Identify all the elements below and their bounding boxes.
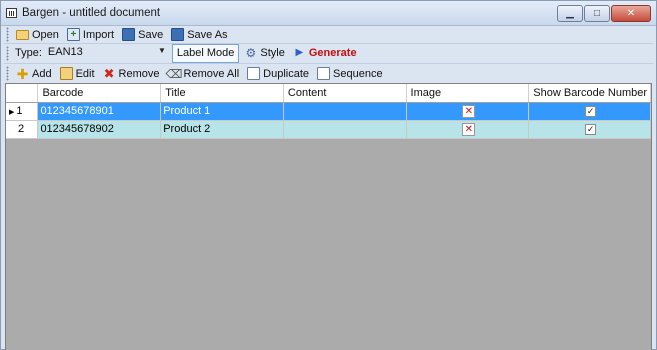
import-button[interactable]: + Import	[64, 26, 117, 44]
close-button[interactable]: ✕	[611, 5, 651, 22]
import-label: Import	[82, 28, 115, 41]
column-header-title[interactable]: Title	[160, 84, 284, 103]
maximize-button[interactable]: □	[584, 5, 610, 22]
edit-label: Edit	[75, 67, 95, 80]
folder-open-icon	[16, 29, 29, 40]
barcode-toolbar: Type: EAN13 ▼ Label Mode ⚙ Style ▶ Gener…	[4, 43, 653, 63]
app-window: Bargen - untitled document ▁ □ ✕ Open + …	[0, 0, 657, 350]
plus-icon: ✚	[16, 65, 29, 82]
row-index: 2	[18, 123, 25, 135]
duplicate-label: Duplicate	[263, 67, 310, 80]
style-label: Style	[260, 47, 285, 59]
add-label: Add	[32, 67, 52, 80]
barcode-cell[interactable]: 012345678902	[37, 120, 162, 139]
play-arrow-icon: ▶	[295, 47, 304, 58]
barcode-cell[interactable]: 012345678901	[37, 102, 162, 121]
remove-button[interactable]: ✖ Remove	[100, 65, 163, 83]
row-header[interactable]: 2	[6, 120, 39, 139]
toolbar-grip[interactable]	[6, 27, 9, 42]
save-label: Save	[138, 28, 164, 41]
type-label: Type:	[15, 47, 42, 59]
missing-image-icon[interactable]: ✕	[462, 122, 476, 136]
content-cell[interactable]	[283, 102, 407, 121]
content-cell[interactable]	[283, 120, 407, 139]
save-as-button[interactable]: Save As	[168, 26, 230, 44]
list-icon	[317, 67, 331, 80]
show-number-cell[interactable]: ✓	[528, 102, 651, 121]
show-number-checkbox[interactable]: ✓	[585, 105, 597, 117]
open-button[interactable]: Open	[13, 26, 62, 44]
chevron-down-icon: ▼	[157, 46, 166, 55]
sequence-label: Sequence	[333, 67, 383, 80]
remove-all-button[interactable]: ⌫ Remove All	[165, 65, 243, 83]
toolbar-grip[interactable]	[6, 45, 9, 61]
image-cell[interactable]: ✕	[406, 102, 530, 121]
barcode-type-select[interactable]: EAN13 ▼	[46, 44, 168, 62]
table-row[interactable]: ▶ 1 012345678901 Product 1 ✕ ✓	[6, 102, 651, 121]
save-as-label: Save As	[187, 28, 228, 41]
add-button[interactable]: ✚ Add	[13, 65, 55, 83]
generate-button[interactable]: ▶ Generate	[290, 44, 360, 62]
save-button[interactable]: Save	[119, 26, 166, 44]
toolbar-grip[interactable]	[6, 66, 9, 81]
import-icon: +	[66, 28, 80, 41]
current-row-arrow-icon: ▶	[9, 109, 15, 116]
label-mode-label: Label Mode	[176, 47, 235, 59]
generate-label: Generate	[308, 47, 357, 59]
row-header-corner[interactable]	[6, 84, 39, 103]
column-header-content[interactable]: Content	[283, 84, 407, 103]
column-header-barcode[interactable]: Barcode	[37, 84, 162, 103]
app-icon	[6, 8, 17, 18]
barcode-grid[interactable]: Barcode Title Content Image Show Barcode…	[5, 83, 652, 350]
show-number-cell[interactable]: ✓	[528, 120, 651, 139]
title-cell[interactable]: Product 2	[160, 120, 284, 139]
table-row[interactable]: 2 012345678902 Product 2 ✕ ✓	[6, 120, 651, 139]
save-as-icon	[171, 28, 185, 41]
show-number-checkbox[interactable]: ✓	[585, 123, 597, 135]
barcode-table: Barcode Title Content Image Show Barcode…	[6, 84, 651, 139]
delete-x-icon: ✖	[103, 66, 115, 81]
window-controls: ▁ □ ✕	[556, 5, 651, 22]
floppy-disk-icon	[122, 28, 136, 41]
sequence-button[interactable]: Sequence	[314, 65, 386, 83]
barcode-type-value: EAN13	[47, 46, 83, 58]
style-button[interactable]: ⚙ Style	[241, 44, 287, 62]
style-icon: ⚙	[245, 46, 257, 60]
column-header-show-barcode-number[interactable]: Show Barcode Number	[528, 84, 651, 103]
pencil-icon	[59, 67, 73, 80]
edit-button[interactable]: Edit	[57, 65, 98, 83]
remove-all-label: Remove All	[183, 67, 240, 80]
open-label: Open	[32, 28, 59, 41]
file-toolbar: Open + Import Save Save As	[4, 24, 653, 45]
window-title: Bargen - untitled document	[22, 7, 161, 19]
title-bar[interactable]: Bargen - untitled document ▁ □ ✕	[1, 1, 656, 26]
row-header[interactable]: ▶ 1	[6, 102, 39, 121]
remove-label: Remove	[118, 67, 160, 80]
minimize-button[interactable]: ▁	[557, 5, 583, 22]
column-header-image[interactable]: Image	[406, 84, 530, 103]
label-mode-button[interactable]: Label Mode	[171, 43, 240, 63]
table-header-row: Barcode Title Content Image Show Barcode…	[6, 84, 651, 103]
image-cell[interactable]: ✕	[406, 120, 530, 139]
duplicate-button[interactable]: Duplicate	[244, 65, 312, 83]
missing-image-icon[interactable]: ✕	[462, 104, 476, 118]
eraser-icon: ⌫	[165, 66, 183, 81]
records-toolbar: ✚ Add Edit ✖ Remove ⌫ Remove All Duplica…	[4, 63, 653, 84]
row-index: 1	[16, 105, 23, 117]
copy-icon	[247, 67, 261, 80]
title-cell[interactable]: Product 1	[160, 102, 284, 121]
